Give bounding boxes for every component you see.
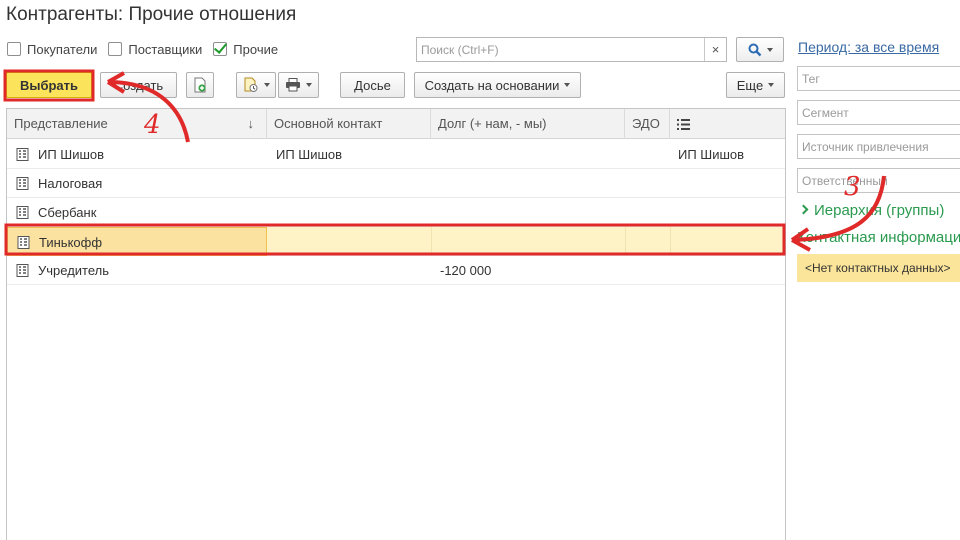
building-icon <box>16 264 29 277</box>
cell-debt <box>440 227 620 256</box>
hierarchy-toggle[interactable]: Иерархия (группы) <box>798 202 945 219</box>
more-menu[interactable]: Еще <box>726 72 785 98</box>
create-document-button[interactable] <box>186 72 214 98</box>
cell-edo <box>633 198 671 227</box>
chevron-down-icon <box>306 83 312 87</box>
table-row[interactable]: Сбербанк <box>7 198 785 227</box>
printer-icon <box>286 78 300 92</box>
cell-extra <box>678 198 778 227</box>
chevron-down-icon <box>768 83 775 87</box>
period-link[interactable]: Период: за все время <box>798 39 939 55</box>
chevron-down-icon <box>263 83 270 87</box>
cell-debt <box>440 198 620 227</box>
create-based-on-label: Создать на основании <box>424 77 560 93</box>
select-button[interactable]: Выбрать <box>6 72 92 98</box>
cell-debt: -120 000 <box>440 263 492 278</box>
dossier-button[interactable]: Досье <box>340 72 405 98</box>
column-header-name[interactable]: Представление ↓ <box>7 109 267 139</box>
responsible-field[interactable] <box>797 168 960 193</box>
cell-contact <box>276 198 426 227</box>
table-row[interactable]: Налоговая <box>7 169 785 198</box>
cell-extra <box>678 227 778 256</box>
building-icon <box>16 148 29 161</box>
search-box: × <box>416 37 727 62</box>
cell-extra <box>678 169 778 198</box>
segment-field[interactable] <box>797 100 960 125</box>
create-based-on-menu[interactable]: Создать на основании <box>414 72 581 98</box>
document-clock-icon <box>244 77 257 92</box>
search-icon <box>748 43 761 56</box>
contact-info-title: Контактная информация <box>797 229 960 246</box>
building-icon <box>16 177 29 190</box>
chevron-right-icon <box>798 204 809 215</box>
table-row-selected[interactable]: Тинькофф <box>7 227 785 256</box>
source-field[interactable] <box>797 134 960 159</box>
cell-name: Тинькофф <box>7 227 267 256</box>
cell-debt <box>440 169 620 198</box>
checkbox-box[interactable] <box>7 42 21 56</box>
cell-contact: ИП Шишов <box>276 147 343 162</box>
annotation-step-3: 3 <box>844 172 861 202</box>
filter-buyers-label: Покупатели <box>27 41 98 57</box>
cell-edo <box>633 140 671 169</box>
annotation-step-4: 4 <box>144 110 161 140</box>
sort-arrow-icon: ↓ <box>247 116 255 131</box>
chevron-down-icon <box>766 47 773 52</box>
column-settings[interactable] <box>670 109 785 139</box>
table-row[interactable]: Учредитель -120 000 <box>7 256 785 285</box>
filter-other-label: Прочие <box>233 41 279 57</box>
document-history-menu[interactable] <box>236 72 276 98</box>
table-row[interactable]: ИП Шишов ИП Шишов ИП Шишов <box>7 140 785 169</box>
hierarchy-label: Иерархия (группы) <box>814 202 945 219</box>
list-settings-icon <box>677 119 690 131</box>
filter-suppliers-checkbox[interactable]: Поставщики <box>108 42 202 57</box>
counterparties-table: Представление ↓ Основной контакт Долг (+… <box>6 108 786 540</box>
filter-suppliers-label: Поставщики <box>128 41 203 57</box>
cell-name: Налоговая <box>7 169 267 198</box>
create-button[interactable]: Создать <box>100 72 177 98</box>
more-label: Еще <box>736 77 764 93</box>
chevron-down-icon <box>564 83 571 87</box>
search-button[interactable] <box>736 37 784 62</box>
cell-debt <box>440 140 620 169</box>
building-icon <box>16 206 29 219</box>
cell-contact <box>276 256 426 285</box>
cell-name: Сбербанк <box>7 198 267 227</box>
add-document-icon <box>194 77 206 93</box>
tag-field[interactable] <box>797 66 960 91</box>
column-header-edo[interactable]: ЭДО <box>625 109 670 139</box>
cell-name: Учредитель <box>7 256 267 285</box>
cell-extra: ИП Шишов <box>678 147 745 162</box>
column-header-contact[interactable]: Основной контакт <box>267 109 431 139</box>
cell-edo <box>633 256 671 285</box>
clear-search-button[interactable]: × <box>704 38 726 61</box>
column-header-debt[interactable]: Долг (+ нам, - мы) <box>431 109 625 139</box>
table-header: Представление ↓ Основной контакт Долг (+… <box>7 109 785 139</box>
cell-contact <box>276 169 426 198</box>
cell-edo <box>633 169 671 198</box>
checkbox-box[interactable] <box>108 42 123 56</box>
cell-contact <box>276 227 426 256</box>
filter-other-checkbox[interactable]: Прочие <box>213 42 278 57</box>
search-input[interactable] <box>417 38 704 61</box>
cell-extra <box>678 256 778 285</box>
page-title: Контрагенты: Прочие отношения <box>6 4 297 25</box>
cell-name: ИП Шишов <box>7 140 267 169</box>
filter-buyers-checkbox[interactable]: Покупатели <box>7 42 97 57</box>
relation-filters: Покупатели Поставщики Прочие <box>7 40 289 58</box>
checkbox-box-checked[interactable] <box>213 42 228 56</box>
building-icon <box>17 236 30 249</box>
cell-edo <box>633 227 671 256</box>
close-icon: × <box>711 42 720 57</box>
print-menu[interactable] <box>278 72 319 98</box>
contact-empty-badge: <Нет контактных данных> <box>797 254 960 282</box>
